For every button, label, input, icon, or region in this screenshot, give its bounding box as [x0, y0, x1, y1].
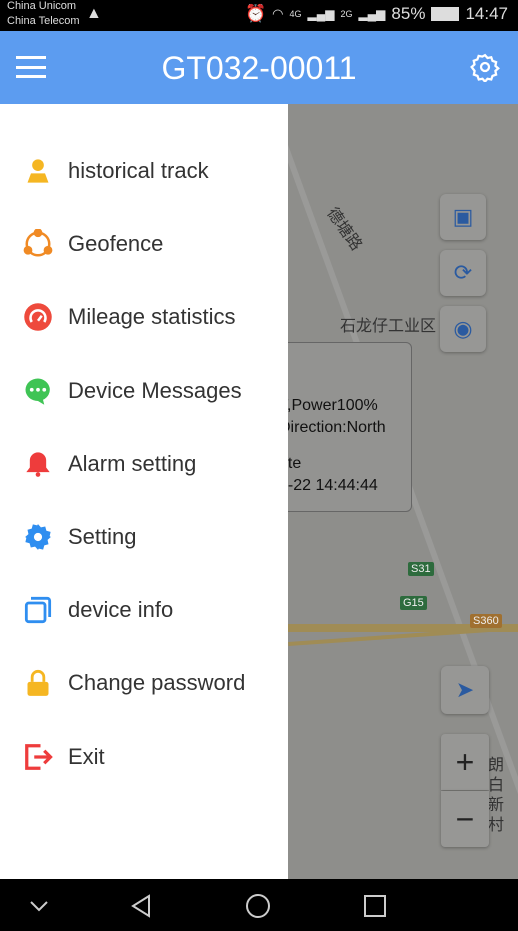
recents-button[interactable]: [360, 891, 390, 921]
warning-icon: ▲: [86, 5, 102, 22]
map-area-label: 石龙仔工业区: [340, 318, 437, 335]
page-title: GT032-00011: [161, 50, 357, 86]
layers-icon: ▣: [452, 204, 474, 229]
gear-icon: [23, 522, 53, 552]
highway-s31: S31: [408, 562, 434, 576]
carrier-2: China Telecom: [7, 15, 80, 27]
settings-gear-icon[interactable]: [470, 52, 500, 82]
map-road-label: 德塘路: [323, 204, 365, 254]
street-view-button[interactable]: ◉: [440, 306, 486, 352]
net-2g: 2G: [340, 9, 353, 19]
map-layer-button[interactable]: ▣: [440, 194, 486, 240]
window-icon: [23, 595, 53, 625]
net-4g: 4G: [289, 9, 302, 19]
status-bar: China Unicom China Telecom ▲ ⏰ ◠ 4G ▂▄▆ 2…: [0, 0, 518, 31]
popup-line: Direction:North: [288, 419, 386, 436]
camera-icon: ◉: [453, 316, 473, 341]
device-info-popup: F,Power100% Direction:North ute 6-22 14:…: [288, 342, 412, 512]
menu-item-setting[interactable]: Setting: [0, 507, 288, 567]
track-person-icon: [23, 156, 53, 186]
highway-g15: G15: [400, 596, 427, 610]
lock-icon: [23, 668, 53, 698]
carrier-1: China Unicom: [7, 0, 77, 12]
signal-icon: ▂▄▆: [307, 7, 335, 21]
wifi-icon: ◠: [272, 6, 284, 21]
zoom-in-button[interactable]: +: [441, 734, 489, 790]
menu-item-change-password[interactable]: Change password: [0, 653, 288, 713]
highway-s360: S360: [470, 614, 502, 628]
zoom-out-button[interactable]: −: [441, 791, 489, 847]
menu-item-label: Setting: [68, 524, 137, 549]
geofence-icon: [23, 229, 53, 259]
battery-icon: [431, 7, 460, 21]
menu-item-device-info[interactable]: device info: [0, 580, 288, 640]
app-bar: GT032-00011: [0, 31, 518, 104]
locate-button[interactable]: ➤: [441, 666, 489, 714]
chat-bubble-icon: [23, 376, 53, 406]
refresh-button[interactable]: ⟳: [440, 250, 486, 296]
clock: 14:47: [465, 4, 508, 23]
menu-item-label: Exit: [68, 743, 105, 769]
exit-icon: [23, 742, 53, 772]
popup-line: F,Power100%: [288, 397, 378, 414]
popup-line: ute: [288, 455, 302, 472]
menu-item-mileage-statistics[interactable]: Mileage statistics: [0, 287, 288, 347]
menu-item-label: device info: [68, 597, 174, 623]
refresh-icon: ⟳: [453, 260, 473, 285]
menu-item-geofence[interactable]: Geofence: [0, 214, 288, 274]
signal-icon: ▂▄▆: [358, 7, 386, 21]
menu-item-exit[interactable]: Exit: [0, 727, 288, 787]
popup-line: 6-22 14:44:44: [288, 477, 378, 494]
menu-item-label: Geofence: [68, 231, 164, 257]
menu-item-label: historical track: [68, 158, 209, 183]
navigation-arrow-icon: ➤: [455, 677, 475, 702]
menu-item-alarm-setting[interactable]: Alarm setting: [0, 434, 288, 494]
battery-percent: 85%: [391, 4, 426, 23]
hide-keyboard-button[interactable]: [24, 891, 54, 921]
home-button[interactable]: [243, 891, 273, 921]
navigation-drawer: historical track Geofence Mileage statisti…: [0, 104, 288, 879]
menu-item-label: Change password: [68, 670, 246, 696]
speedometer-icon: [23, 302, 53, 332]
map-village-label: 朗白新村: [488, 757, 505, 834]
back-button[interactable]: [126, 891, 156, 921]
menu-item-label: Device Messages: [68, 377, 242, 403]
menu-item-label: Alarm setting: [68, 450, 197, 476]
menu-item-historical-track[interactable]: historical track: [0, 141, 288, 201]
system-nav-bar: [0, 879, 518, 931]
map-view[interactable]: 德塘路 石龙仔工业区 朗白新村 S31 G15 S360 ▣ ⟳ ◉ F,Pow…: [288, 104, 518, 879]
menu-item-label: Mileage statistics: [68, 304, 236, 330]
alarm-clock-icon: ⏰: [244, 4, 267, 23]
bell-icon: [23, 449, 53, 479]
menu-item-device-messages[interactable]: Device Messages: [0, 361, 288, 421]
